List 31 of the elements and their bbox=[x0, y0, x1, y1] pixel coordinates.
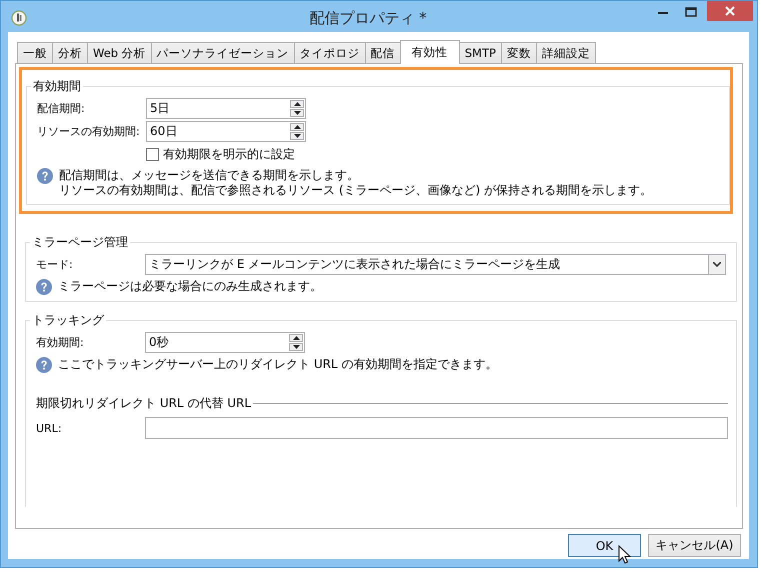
checkbox[interactable]: 有効期限を明示的に設定 bbox=[146, 143, 721, 165]
field-label: URL: bbox=[36, 422, 63, 434]
tab[interactable]: 分析 bbox=[52, 42, 88, 63]
spin-field[interactable]: 5日 bbox=[146, 98, 306, 119]
field-label: 配信期間: bbox=[37, 101, 86, 116]
field-label: 有効期間: bbox=[36, 335, 85, 350]
tab[interactable]: Web 分析 bbox=[87, 42, 152, 63]
tab[interactable]: パーソナライゼーション bbox=[150, 42, 295, 63]
cancel-button[interactable]: キャンセル(A) bbox=[648, 534, 741, 557]
section-title: 期限切れリダイレクト URL の代替 URL bbox=[36, 395, 252, 412]
tab[interactable]: SMTP bbox=[458, 42, 502, 63]
field-label: モード: bbox=[36, 257, 74, 272]
mode-dropdown[interactable]: ミラーリンクが E メールコンテンツに表示された場合にミラーページを生成 bbox=[145, 254, 726, 275]
help-text: ここでトラッキングサーバー上のリダイレクト URL の有効期間を指定できます。 bbox=[58, 357, 498, 372]
tab[interactable]: 変数 bbox=[500, 42, 537, 63]
help-text: リソースの有効期間は、配信で参照されるリソース (ミラーページ、画像など) が保持される期間を示します。 bbox=[59, 183, 652, 198]
ok-button[interactable]: OK bbox=[568, 534, 641, 557]
field-label: リソースの有効期間: bbox=[37, 124, 141, 139]
help-text: 配信期間は、メッセージを送信できる期間を示します。 bbox=[59, 168, 360, 183]
tab[interactable]: 詳細設定 bbox=[536, 42, 596, 63]
group-title: トラッキング bbox=[32, 313, 104, 327]
window-title: 配信プロパティ * bbox=[308, 8, 428, 28]
spin-field[interactable]: 0秒 bbox=[145, 332, 305, 353]
tab[interactable]: 有効性 bbox=[400, 40, 460, 64]
tab[interactable]: 配信 bbox=[364, 42, 401, 63]
group-title: ミラーページ管理 bbox=[32, 235, 128, 249]
tab[interactable]: 一般 bbox=[17, 42, 53, 63]
tab[interactable]: タイポロジ bbox=[294, 42, 366, 63]
help-text: ミラーページは必要な場合にのみ生成されます。 bbox=[58, 279, 322, 294]
spin-field[interactable]: 60日 bbox=[146, 121, 306, 142]
group-title: 有効期間 bbox=[33, 79, 81, 93]
